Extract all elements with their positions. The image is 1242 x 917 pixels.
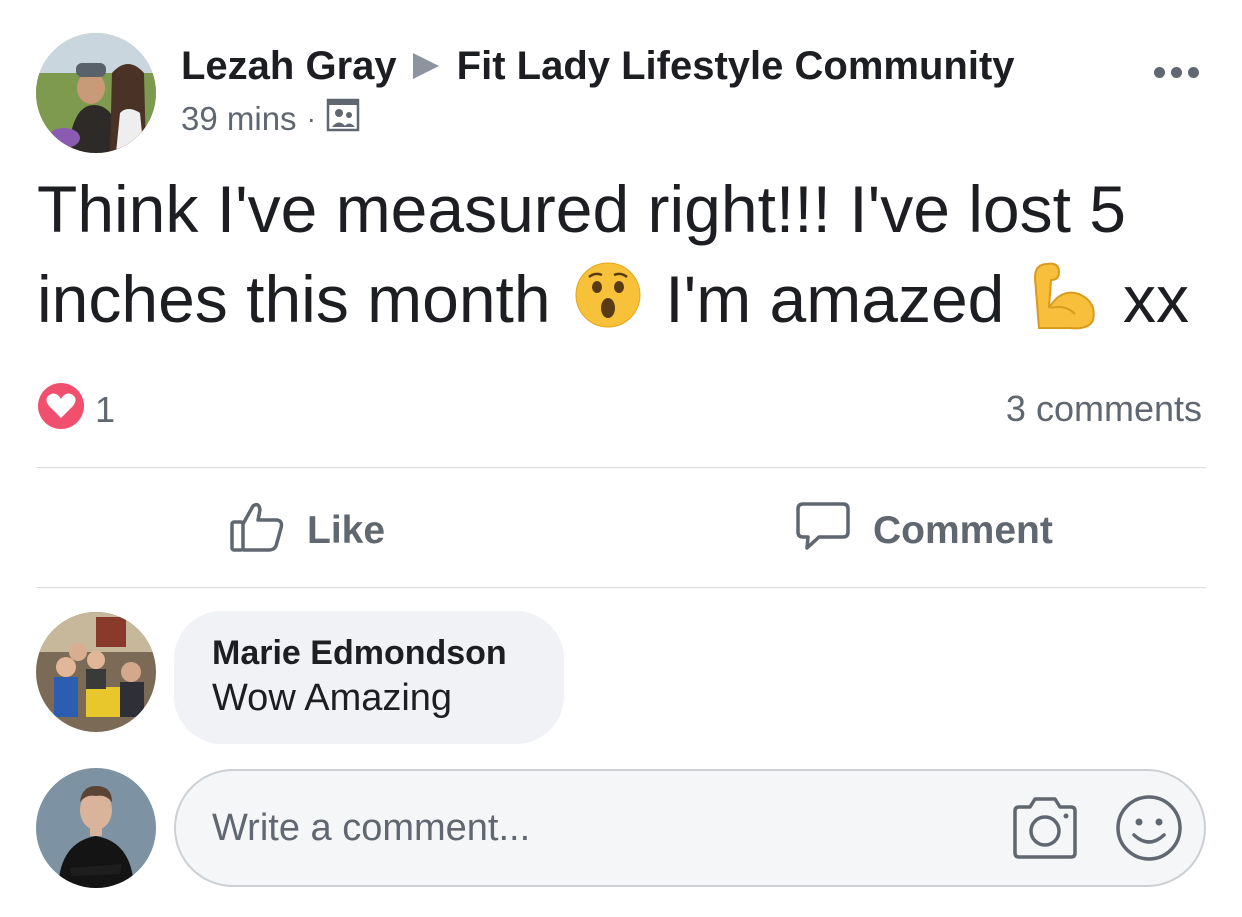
post-text: Think I've measured right!!! I've lost 5…: [37, 164, 1227, 352]
divider: [37, 467, 1206, 468]
comments-count[interactable]: 3 comments: [1006, 388, 1202, 430]
camera-icon[interactable]: [1010, 795, 1080, 866]
commenter-avatar[interactable]: [36, 612, 156, 732]
current-user-avatar: [36, 768, 156, 888]
group-name[interactable]: Fit Lady Lifestyle Community: [457, 44, 1015, 89]
thumbs-up-icon: [229, 498, 307, 564]
group-members-icon: [326, 98, 360, 140]
more-dot-icon: [1154, 66, 1165, 78]
comment-input[interactable]: [212, 771, 972, 885]
reaction-count: 1: [95, 389, 116, 430]
comment-composer[interactable]: [174, 769, 1206, 887]
comment-button[interactable]: Comment: [795, 500, 1053, 562]
divider: [37, 587, 1206, 588]
comment-text: Wow Amazing: [212, 677, 453, 719]
commenter-name[interactable]: Marie Edmondson: [212, 633, 526, 673]
comment-label: Comment: [873, 509, 1053, 552]
reactions-summary[interactable]: 1: [37, 382, 116, 434]
love-reaction-icon: [37, 382, 85, 439]
more-dot-icon: [1188, 66, 1199, 78]
comment-bubble[interactable]: Marie Edmondson Wow Amazing: [174, 611, 564, 744]
post-timestamp[interactable]: 39 mins: [181, 100, 297, 138]
emoji-smiley-icon[interactable]: [1114, 793, 1184, 868]
comment-bubble-icon: [795, 498, 873, 564]
flexed-biceps-emoji-icon: [1029, 258, 1099, 352]
author-avatar[interactable]: [36, 33, 156, 153]
more-options-button[interactable]: [1154, 62, 1210, 82]
shared-to-arrow-icon: [412, 53, 439, 79]
post-text-part-3: xx: [1123, 262, 1190, 336]
author-name[interactable]: Lezah Gray: [181, 44, 397, 89]
more-dot-icon: [1171, 66, 1182, 78]
like-button[interactable]: Like: [229, 500, 385, 562]
post-text-part-2: I'm amazed: [665, 262, 1005, 336]
meta-separator: ·: [306, 103, 316, 134]
like-label: Like: [307, 509, 386, 552]
astonished-face-emoji-icon: [575, 260, 641, 350]
